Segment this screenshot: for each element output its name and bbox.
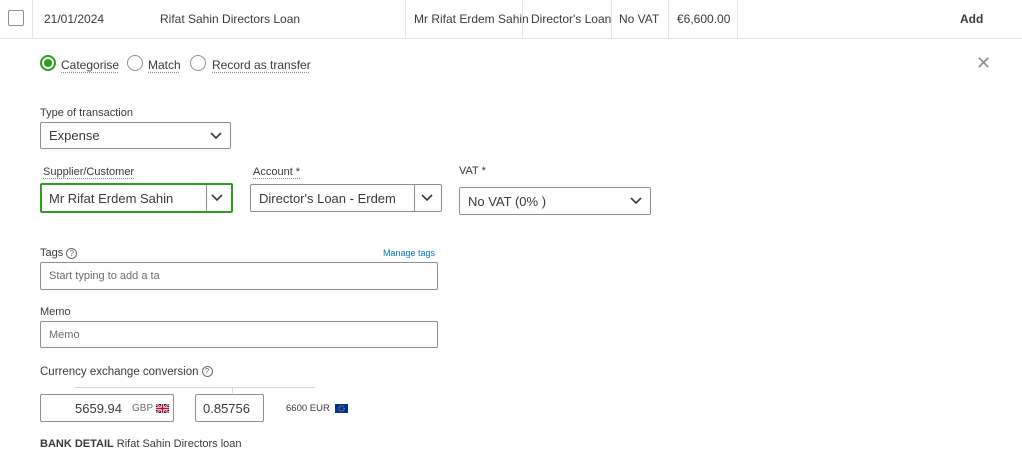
memo-placeholder: Memo xyxy=(49,328,80,341)
help-icon[interactable]: ? xyxy=(201,366,213,378)
tags-label-wrap: Tags? xyxy=(40,247,78,259)
categorise-label[interactable]: Categorise xyxy=(61,58,119,72)
chevron-down-icon xyxy=(630,197,642,205)
currency-conversion-label: Currency exchange conversion xyxy=(40,366,199,378)
bank-detail-label: BANK DETAIL xyxy=(40,438,114,450)
categorise-radio[interactable] xyxy=(40,55,56,71)
vat-value: No VAT (0% ) xyxy=(468,193,547,209)
memo-input[interactable]: Memo xyxy=(40,321,438,348)
chevron-down-icon[interactable] xyxy=(421,194,433,202)
row-vat: No VAT xyxy=(619,12,660,26)
chevron-down-icon xyxy=(210,131,222,139)
memo-label: Memo xyxy=(40,306,71,318)
row-payee: Mr Rifat Erdem Sahin xyxy=(414,12,529,26)
record-as-transfer-radio[interactable] xyxy=(190,55,206,71)
row-description: Rifat Sahin Directors Loan xyxy=(160,12,301,26)
bank-detail: BANK DETAIL Rifat Sahin Directors loan xyxy=(40,438,242,450)
gbp-code: GBP xyxy=(132,402,154,414)
row-checkbox[interactable] xyxy=(8,10,24,26)
divider xyxy=(75,387,315,388)
eu-flag-icon xyxy=(335,403,349,413)
account-label: Account * xyxy=(253,166,301,178)
match-label[interactable]: Match xyxy=(148,58,181,72)
eur-amount: 6600 EUR xyxy=(286,403,330,414)
tags-label: Tags xyxy=(40,247,64,259)
uk-flag-icon xyxy=(156,403,170,413)
chevron-down-icon[interactable] xyxy=(211,194,223,202)
manage-tags-link[interactable]: Manage tags xyxy=(383,248,435,258)
supplier-customer-value: Mr Rifat Erdem Sahin xyxy=(49,190,174,206)
account-value: Director's Loan - Erdem xyxy=(259,190,396,206)
add-button[interactable]: Add xyxy=(960,0,983,38)
row-date: 21/01/2024 xyxy=(44,12,105,26)
supplier-customer-label: Supplier/Customer xyxy=(43,166,135,178)
gbp-amount-value: 5659.94 xyxy=(75,400,122,416)
match-radio[interactable] xyxy=(127,55,143,71)
tags-input[interactable]: Start typing to add a ta xyxy=(40,262,438,290)
exchange-rate-input[interactable]: 0.85756 xyxy=(195,394,264,422)
exchange-rate-value: 0.85756 xyxy=(203,400,250,416)
tags-placeholder: Start typing to add a ta xyxy=(49,270,160,282)
vat-label: VAT * xyxy=(459,165,486,177)
gbp-currency-wrap: GBP xyxy=(132,395,170,421)
help-icon[interactable]: ? xyxy=(66,247,78,259)
record-as-transfer-label[interactable]: Record as transfer xyxy=(212,58,311,72)
gbp-amount-input[interactable]: 5659.94 GBP xyxy=(40,394,174,422)
transaction-row[interactable]: 21/01/2024 Rifat Sahin Directors Loan Mr… xyxy=(0,0,1022,39)
divider xyxy=(232,387,233,393)
type-of-transaction-label: Type of transaction xyxy=(40,107,133,119)
eur-amount-wrap: 6600 EUR xyxy=(286,403,349,414)
type-of-transaction-select[interactable]: Expense xyxy=(40,122,231,149)
row-category: Director's Loan xyxy=(531,12,612,26)
supplier-customer-input[interactable]: Mr Rifat Erdem Sahin xyxy=(40,183,233,213)
type-of-transaction-value: Expense xyxy=(49,128,100,143)
row-amount: €6,600.00 xyxy=(677,12,731,26)
account-select[interactable]: Director's Loan - Erdem xyxy=(250,184,442,212)
close-icon[interactable]: ✕ xyxy=(976,54,991,72)
currency-label-wrap: Currency exchange conversion? xyxy=(40,366,213,378)
bank-detail-value: Rifat Sahin Directors loan xyxy=(116,438,242,450)
vat-select[interactable]: No VAT (0% ) xyxy=(459,187,651,215)
